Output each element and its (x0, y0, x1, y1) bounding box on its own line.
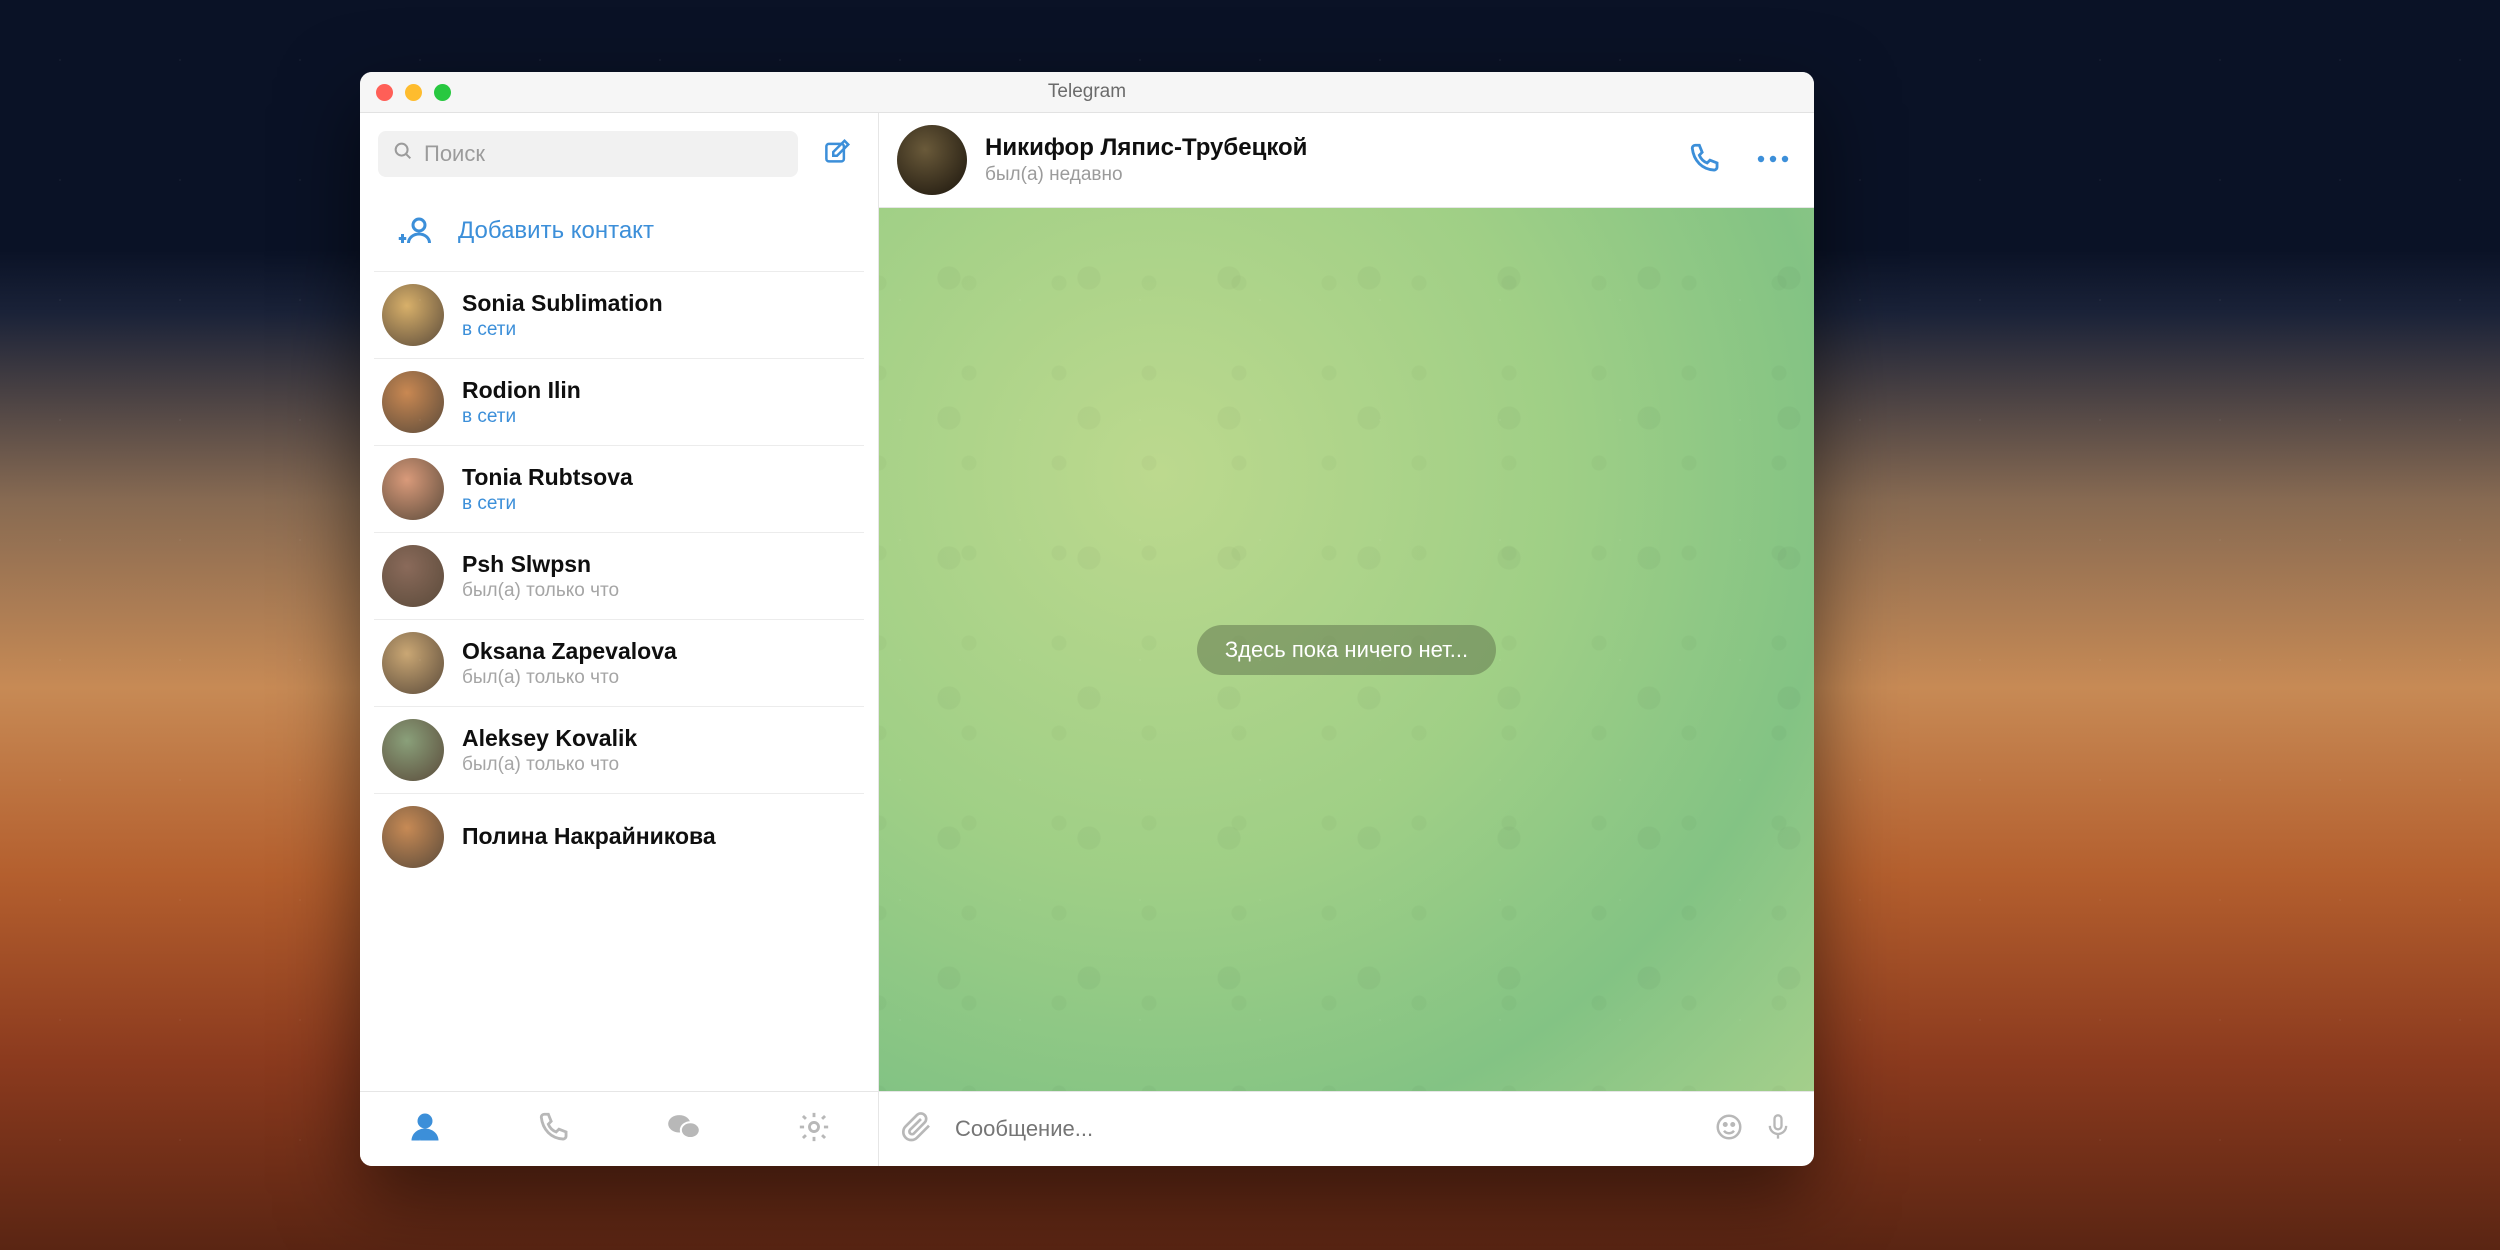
compose-icon (822, 137, 852, 172)
attach-button[interactable] (901, 1111, 933, 1148)
contact-row[interactable]: Rodion Ilinв сети (374, 359, 864, 446)
contact-status: в сети (462, 493, 633, 515)
contact-name: Rodion Ilin (462, 377, 581, 404)
avatar (382, 371, 444, 433)
avatar (382, 719, 444, 781)
chat-body[interactable]: Здесь пока ничего нет... (879, 208, 1814, 1091)
sidebar: Поиск (360, 113, 879, 1166)
avatar (382, 632, 444, 694)
add-contact-icon (396, 211, 436, 251)
chat-header[interactable]: Никифор Ляпис-Трубецкой был(а) недавно (879, 113, 1814, 208)
window-close-button[interactable] (376, 84, 393, 101)
app-window: Telegram Поиск (360, 72, 1814, 1166)
contact-status: в сети (462, 319, 663, 341)
contact-row[interactable]: Aleksey Kovalikбыл(а) только что (374, 707, 864, 794)
voice-button[interactable] (1764, 1111, 1792, 1148)
chat-pane: Никифор Ляпис-Трубецкой был(а) недавно (879, 113, 1814, 1166)
chat-status: был(а) недавно (985, 164, 1670, 186)
compose-button[interactable] (814, 131, 860, 177)
gear-icon (797, 1131, 831, 1148)
window-titlebar[interactable]: Telegram (360, 72, 1814, 113)
chat-avatar[interactable] (897, 125, 967, 195)
contact-name: Psh Slwpsn (462, 551, 619, 578)
chat-title: Никифор Ляпис-Трубецкой (985, 134, 1670, 162)
contacts-icon (407, 1132, 443, 1149)
sidebar-top-row: Поиск (360, 113, 878, 191)
contact-status: был(а) только что (462, 754, 637, 776)
desktop-wallpaper: Telegram Поиск (0, 0, 2500, 1250)
chats-icon (665, 1133, 703, 1150)
chat-more-button[interactable] (1756, 151, 1790, 169)
contact-name: Oksana Zapevalova (462, 638, 677, 665)
search-placeholder: Поиск (424, 141, 485, 167)
chat-header-text: Никифор Ляпис-Трубецкой был(а) недавно (985, 134, 1670, 186)
contact-status: был(а) только что (462, 667, 677, 689)
microphone-icon (1764, 1130, 1792, 1147)
tab-chats[interactable] (665, 1108, 703, 1151)
sidebar-tabs (360, 1091, 878, 1166)
window-title: Telegram (360, 81, 1814, 103)
tab-contacts[interactable] (407, 1109, 443, 1150)
search-input[interactable]: Поиск (378, 131, 798, 177)
phone-icon (537, 1131, 571, 1148)
avatar (382, 458, 444, 520)
tab-calls[interactable] (537, 1110, 571, 1149)
contact-list[interactable]: Sonia Sublimationв сетиRodion Ilinв сети… (360, 272, 878, 1091)
contact-name: Полина Накрайникова (462, 823, 716, 850)
avatar (382, 806, 444, 868)
more-icon (1756, 151, 1790, 168)
phone-icon (1688, 162, 1722, 179)
smile-icon (1714, 1129, 1744, 1146)
contact-row[interactable]: Psh Slwpsnбыл(а) только что (374, 533, 864, 620)
search-icon (392, 140, 414, 168)
contact-status: был(а) только что (462, 580, 619, 602)
contact-row[interactable]: Полина Накрайникова (374, 794, 864, 880)
tab-settings[interactable] (797, 1110, 831, 1149)
empty-chat-message: Здесь пока ничего нет... (1197, 625, 1496, 675)
paperclip-icon (901, 1130, 933, 1147)
avatar (382, 284, 444, 346)
window-minimize-button[interactable] (405, 84, 422, 101)
add-contact-label: Добавить контакт (458, 217, 654, 245)
contact-name: Sonia Sublimation (462, 290, 663, 317)
contact-row[interactable]: Oksana Zapevalovaбыл(а) только что (374, 620, 864, 707)
avatar (382, 545, 444, 607)
contact-name: Tonia Rubtsova (462, 464, 633, 491)
contact-row[interactable]: Sonia Sublimationв сети (374, 272, 864, 359)
contact-name: Aleksey Kovalik (462, 725, 637, 752)
call-button[interactable] (1688, 141, 1722, 180)
compose-row (879, 1091, 1814, 1166)
emoji-button[interactable] (1714, 1112, 1744, 1147)
contact-row[interactable]: Tonia Rubtsovaв сети (374, 446, 864, 533)
window-controls (376, 84, 451, 101)
message-input[interactable] (953, 1115, 1694, 1143)
window-maximize-button[interactable] (434, 84, 451, 101)
contact-status: в сети (462, 406, 581, 428)
add-contact-button[interactable]: Добавить контакт (374, 191, 864, 272)
